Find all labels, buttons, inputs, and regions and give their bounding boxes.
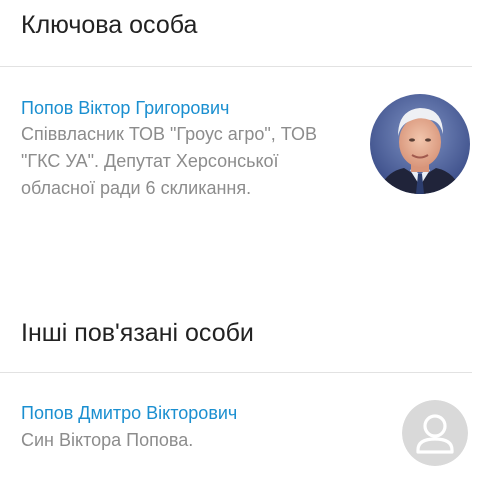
key-person-avatar[interactable] xyxy=(370,94,470,194)
key-person-description: Співвласник ТОВ "Гроус агро", ТОВ "ГКС У… xyxy=(21,124,317,198)
key-person-name-link[interactable]: Попов Віктор Григорович xyxy=(21,97,229,119)
person-photo xyxy=(370,94,470,194)
divider xyxy=(0,66,472,67)
divider xyxy=(0,372,472,373)
persons-panel: Ключова особа Попов Віктор Григорович Сп… xyxy=(0,0,490,480)
related-person-description: Син Віктора Попова. xyxy=(21,430,194,450)
key-person-heading: Ключова особа xyxy=(21,11,198,39)
related-persons-heading: Інші пов'язані особи xyxy=(21,319,254,347)
related-person-name-link[interactable]: Попов Дмитро Вікторович xyxy=(21,402,237,424)
related-person-avatar[interactable] xyxy=(402,400,468,466)
user-placeholder-icon xyxy=(402,400,468,466)
